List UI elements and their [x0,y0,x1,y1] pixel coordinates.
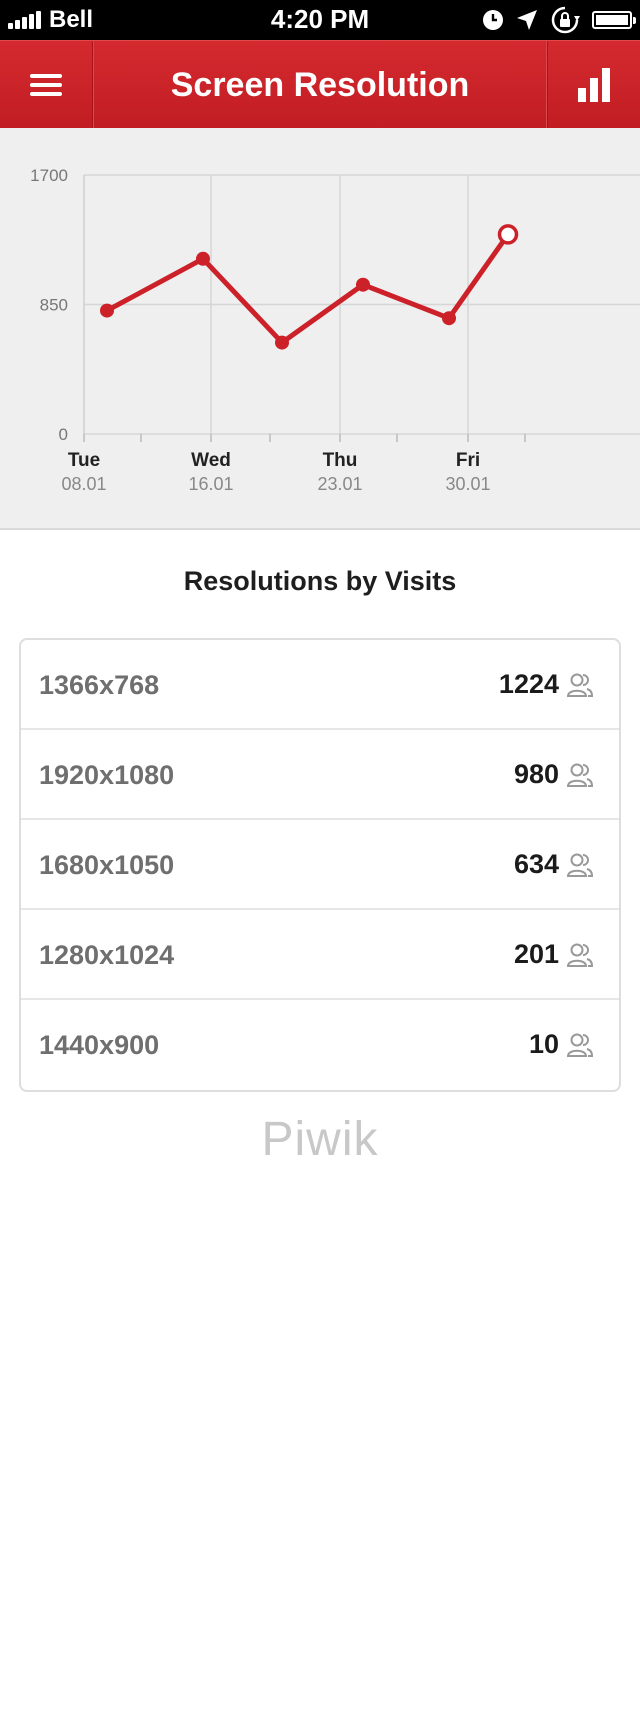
table-row[interactable]: 1280x1024 201 [21,910,619,1000]
hamburger-menu-icon [30,74,62,96]
visitors-icon [567,673,593,697]
table-row[interactable]: 1920x1080 980 [21,730,619,820]
visitors-icon [567,853,593,877]
x-tick-day-label: Tue [68,450,100,471]
bar-chart-icon [578,68,610,102]
section-title: Resolutions by Visits [183,566,457,596]
x-tick-day-label: Fri [456,450,480,471]
y-tick-label: 0 [59,425,68,444]
alarm-clock-icon [482,9,504,31]
current-data-point [497,224,519,245]
y-tick-label: 850 [40,296,68,315]
table-row[interactable]: 1440x900 10 [21,1000,619,1090]
x-tick-day-label: Wed [191,450,231,471]
piwik-logo: Piwik [261,1113,379,1166]
visitors-icon [567,1033,593,1057]
visitors-icon [567,943,593,967]
visitors-icon [567,763,593,787]
page-title: Screen Resolution [170,66,470,104]
line-chart: 1700 850 0Tue 08.01 Wed 16.01 Thu 23.01 Fri 30.01 [30,166,640,494]
evolution-chart[interactable]: 1700 850 0 Tue 08.01 Wed 16.01 Thu 23.01 Fri 30.01 [0,128,640,530]
chart-toggle-button[interactable] [547,41,640,129]
x-tick-date-label: 16.01 [188,474,233,494]
status-bar: Bell 4:20 PM [0,0,640,40]
visits-value: 1224 [498,669,559,699]
resolutions-table: 1366x768 1224 1920x1080 980 1680x1050 63… [19,638,621,1092]
resolution-label: 1920x1080 [39,760,175,790]
visits-value: 634 [513,849,559,879]
table-row[interactable]: 1366x768 1224 [21,640,619,730]
visits-value: 10 [528,1029,559,1059]
data-point [442,311,456,326]
data-point [196,251,210,266]
resolution-label: 1366x768 [39,670,160,700]
menu-button[interactable] [0,41,93,129]
data-point [275,335,289,350]
resolution-label: 1680x1050 [39,850,175,880]
resolution-label: 1280x1024 [39,940,175,970]
resolution-label: 1440x900 [39,1030,160,1060]
status-bar-right [470,6,636,34]
location-arrow-icon [516,9,538,31]
data-point [356,277,370,292]
app-header: Screen Resolution [0,40,640,129]
x-tick-date-label: 08.01 [61,474,106,494]
visits-value: 201 [513,939,559,969]
x-tick-date-label: 30.01 [445,474,490,494]
rotation-lock-icon [550,6,580,34]
visits-value: 980 [513,759,559,789]
x-tick-date-label: 23.01 [317,474,362,494]
x-tick-day-label: Thu [323,450,358,471]
series-line [104,231,511,346]
data-point [100,303,114,318]
battery-icon [592,11,636,29]
y-tick-label: 1700 [30,166,68,185]
table-row[interactable]: 1680x1050 634 [21,820,619,910]
